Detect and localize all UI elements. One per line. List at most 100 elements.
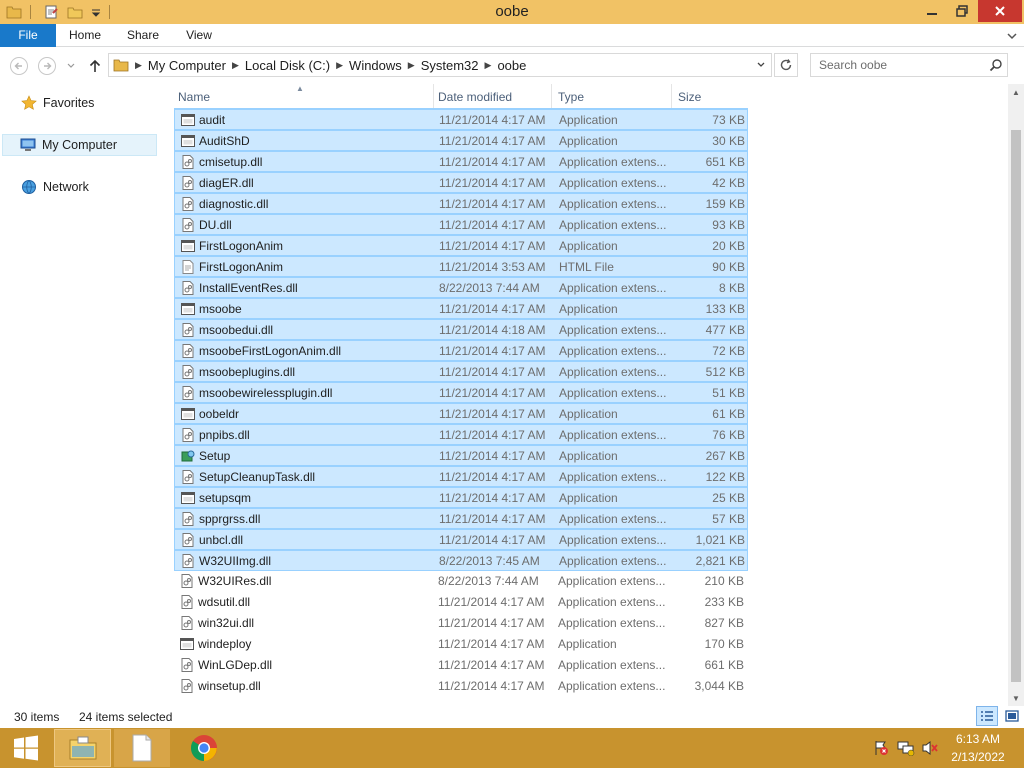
- file-row[interactable]: windeploy 11/21/2014 4:17 AM Application 17…: [174, 634, 748, 655]
- breadcrumb-system32[interactable]: System32: [417, 58, 483, 73]
- up-button[interactable]: [84, 55, 106, 77]
- breadcrumb-separator[interactable]: ▶: [334, 60, 345, 71]
- file-row[interactable]: msoobeplugins.dll 11/21/2014 4:17 AM Appli…: [174, 361, 748, 382]
- column-header-date[interactable]: Date modified: [434, 84, 552, 108]
- file-name: WinLGDep.dll: [198, 658, 273, 672]
- file-row[interactable]: SetupCleanupTask.dll 11/21/2014 4:17 AM Ap…: [174, 466, 748, 487]
- breadcrumb-windows[interactable]: Windows: [345, 58, 406, 73]
- file-size: 76 KB: [712, 428, 745, 442]
- forward-button[interactable]: [36, 55, 58, 77]
- file-row[interactable]: win32ui.dll 11/21/2014 4:17 AM Application…: [174, 613, 748, 634]
- chrome-icon[interactable]: [176, 729, 232, 767]
- file-date: 11/21/2014 4:17 AM: [439, 386, 546, 400]
- action-center-flag-icon[interactable]: [872, 740, 890, 756]
- breadcrumb-separator[interactable]: ▶: [483, 60, 494, 71]
- file-row[interactable]: spprgrss.dll 11/21/2014 4:17 AM Applicatio…: [174, 508, 748, 529]
- breadcrumb-separator[interactable]: ▶: [230, 60, 241, 71]
- breadcrumb-separator[interactable]: ▶: [406, 60, 417, 71]
- new-folder-icon[interactable]: [65, 2, 85, 22]
- properties-icon[interactable]: [41, 2, 61, 22]
- file-row[interactable]: Setup 11/21/2014 4:17 AM Application 267 KB: [174, 445, 748, 466]
- column-header-row: Name ▲ Date modified Type Size: [174, 84, 1008, 108]
- address-bar[interactable]: ▶ My Computer ▶ Local Disk (C:) ▶ Window…: [108, 53, 772, 77]
- nav-item-favorites[interactable]: Favorites: [20, 92, 94, 114]
- file-size: 72 KB: [712, 344, 745, 358]
- file-row[interactable]: W32UIRes.dll 8/22/2013 7:44 AM Application…: [174, 571, 748, 592]
- refresh-button[interactable]: [774, 53, 798, 77]
- clock-time[interactable]: 6:13 AM: [944, 732, 1012, 746]
- windows-start-icon[interactable]: [6, 732, 46, 764]
- file-row[interactable]: pnpibs.dll 11/21/2014 4:17 AM Application …: [174, 424, 748, 445]
- file-type: Application extens...: [559, 470, 667, 484]
- nav-item-my-computer[interactable]: My Computer: [2, 134, 157, 156]
- tab-file[interactable]: File: [0, 24, 56, 47]
- file-row[interactable]: setupsqm 11/21/2014 4:17 AM Application 25 …: [174, 487, 748, 508]
- file-row[interactable]: WinLGDep.dll 11/21/2014 4:17 AM Applicatio…: [174, 655, 748, 676]
- notepad-icon[interactable]: [114, 729, 170, 767]
- column-header-type[interactable]: Type: [554, 84, 672, 108]
- search-input[interactable]: Search oobe: [810, 53, 1008, 77]
- dll-icon: [181, 386, 195, 400]
- scroll-down-icon[interactable]: ▼: [1008, 690, 1024, 706]
- explorer-folder-icon[interactable]: [4, 2, 24, 22]
- file-row[interactable]: cmisetup.dll 11/21/2014 4:17 AM Applicatio…: [174, 151, 748, 172]
- file-row[interactable]: DU.dll 11/21/2014 4:17 AM Application exte…: [174, 214, 748, 235]
- chevron-down-icon[interactable]: [753, 56, 769, 74]
- file-date: 11/21/2014 3:53 AM: [439, 260, 546, 274]
- file-row[interactable]: wdsutil.dll 11/21/2014 4:17 AM Application…: [174, 592, 748, 613]
- file-row[interactable]: diagnostic.dll 11/21/2014 4:17 AM Applicat…: [174, 193, 748, 214]
- file-size: 267 KB: [705, 449, 745, 463]
- file-row[interactable]: FirstLogonAnim 11/21/2014 3:53 AM HTML Fil…: [174, 256, 748, 277]
- column-header-name[interactable]: Name: [174, 84, 434, 108]
- breadcrumb-my-computer[interactable]: My Computer: [144, 58, 230, 73]
- file-row[interactable]: winsetup.dll 11/21/2014 4:17 AM Applicatio…: [174, 676, 748, 697]
- breadcrumb-oobe[interactable]: oobe: [493, 58, 530, 73]
- network-status-icon[interactable]: [897, 740, 915, 756]
- clock-date[interactable]: 2/13/2022: [944, 750, 1012, 764]
- vertical-scrollbar[interactable]: ▲ ▼: [1008, 84, 1024, 706]
- file-row[interactable]: msoobedui.dll 11/21/2014 4:18 AM Applicati…: [174, 319, 748, 340]
- customize-qat-icon[interactable]: [89, 2, 103, 22]
- file-row[interactable]: AuditShD 11/21/2014 4:17 AM Application 30 …: [174, 130, 748, 151]
- breadcrumb-local-disk[interactable]: Local Disk (C:): [241, 58, 334, 73]
- file-size: 20 KB: [712, 239, 745, 253]
- file-date: 11/21/2014 4:17 AM: [439, 344, 546, 358]
- tab-share[interactable]: Share: [118, 24, 168, 47]
- file-date: 11/21/2014 4:17 AM: [439, 155, 546, 169]
- file-row[interactable]: oobeldr 11/21/2014 4:17 AM Application 61 K…: [174, 403, 748, 424]
- file-row[interactable]: diagER.dll 11/21/2014 4:17 AM Application …: [174, 172, 748, 193]
- search-icon[interactable]: [985, 55, 1007, 75]
- file-size: 90 KB: [712, 260, 745, 274]
- back-button[interactable]: [8, 55, 30, 77]
- tab-view[interactable]: View: [176, 24, 222, 47]
- file-row[interactable]: msoobeFirstLogonAnim.dll 11/21/2014 4:17 …: [174, 340, 748, 361]
- file-type: Application extens...: [559, 386, 667, 400]
- file-explorer-icon[interactable]: [54, 729, 111, 767]
- restore-button[interactable]: [948, 0, 976, 22]
- file-row[interactable]: FirstLogonAnim 11/21/2014 4:17 AM Applicat…: [174, 235, 748, 256]
- minimize-button[interactable]: [918, 0, 946, 22]
- file-name: windeploy: [198, 637, 252, 651]
- file-row[interactable]: audit 11/21/2014 4:17 AM Application 73 KB: [174, 109, 748, 130]
- file-row[interactable]: InstallEventRes.dll 8/22/2013 7:44 AM Appl…: [174, 277, 748, 298]
- chevron-down-icon[interactable]: [1004, 28, 1020, 44]
- file-date: 11/21/2014 4:17 AM: [439, 365, 546, 379]
- file-row[interactable]: msoobewirelessplugin.dll 11/21/2014 4:17 …: [174, 382, 748, 403]
- close-button[interactable]: [978, 0, 1022, 22]
- file-type: Application extens...: [559, 428, 667, 442]
- volume-muted-icon[interactable]: [921, 740, 939, 756]
- ribbon-tabs: File Home Share View: [0, 24, 1024, 47]
- file-row[interactable]: W32UIImg.dll 8/22/2013 7:45 AM Application…: [174, 550, 748, 571]
- file-row[interactable]: msoobe 11/21/2014 4:17 AM Application 133 K…: [174, 298, 748, 319]
- exe-icon: [180, 637, 194, 651]
- scroll-thumb[interactable]: [1011, 130, 1021, 682]
- large-icons-view-icon[interactable]: [1002, 706, 1022, 726]
- column-header-size[interactable]: Size: [674, 84, 750, 108]
- scroll-up-icon[interactable]: ▲: [1008, 84, 1024, 100]
- recent-locations-icon[interactable]: [64, 55, 78, 77]
- nav-item-network[interactable]: Network: [20, 176, 89, 198]
- file-name: pnpibs.dll: [199, 428, 250, 442]
- details-view-icon[interactable]: [976, 706, 998, 726]
- tab-home[interactable]: Home: [60, 24, 110, 47]
- file-row[interactable]: unbcl.dll 11/21/2014 4:17 AM Application e…: [174, 529, 748, 550]
